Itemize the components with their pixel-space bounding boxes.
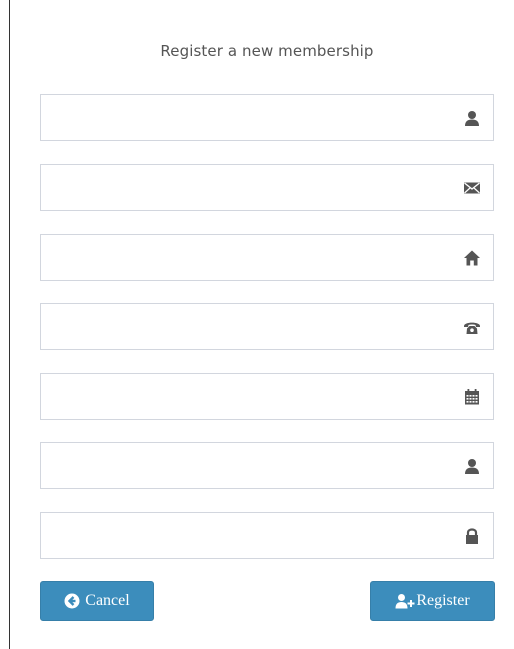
user-plus-icon	[395, 593, 415, 609]
envelope-icon	[463, 179, 481, 197]
email-input[interactable]	[41, 165, 441, 210]
password-input[interactable]	[41, 513, 441, 558]
cancel-button[interactable]: Cancel	[40, 581, 154, 621]
address-input[interactable]	[41, 235, 441, 280]
full-name-field-group	[40, 94, 494, 141]
left-border-divider	[9, 0, 10, 649]
user-icon	[463, 109, 481, 127]
home-icon	[463, 249, 481, 267]
arrow-circle-left-icon	[64, 593, 80, 609]
full-name-input[interactable]	[41, 95, 441, 140]
email-field-group	[40, 164, 494, 211]
phone-icon	[463, 318, 481, 336]
username-input[interactable]	[41, 443, 441, 488]
register-button[interactable]: Register	[370, 581, 495, 621]
calendar-icon	[463, 388, 481, 406]
cancel-button-label: Cancel	[85, 592, 130, 609]
phone-field-group	[40, 303, 494, 350]
user-icon	[463, 457, 481, 475]
lock-icon	[463, 527, 481, 545]
username-field-group	[40, 442, 494, 489]
password-field-group	[40, 512, 494, 559]
date-input[interactable]	[41, 374, 441, 419]
address-field-group	[40, 234, 494, 281]
register-button-label: Register	[416, 592, 470, 609]
date-field-group	[40, 373, 494, 420]
phone-input[interactable]	[41, 304, 441, 349]
register-box-title: Register a new membership	[160, 42, 374, 60]
